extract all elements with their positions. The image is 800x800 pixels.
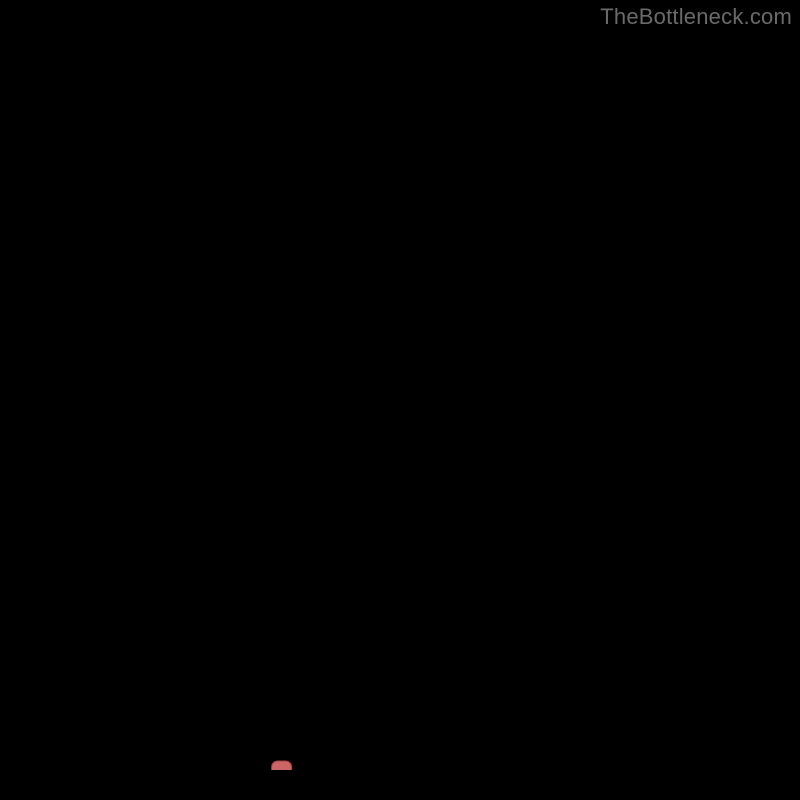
plot-area xyxy=(30,30,770,770)
bottleneck-curve-chart xyxy=(30,30,770,770)
optimal-point-marker xyxy=(272,761,292,770)
watermark-text: TheBottleneck.com xyxy=(600,4,792,30)
chart-frame: TheBottleneck.com xyxy=(0,0,800,800)
gradient-background xyxy=(30,30,770,770)
